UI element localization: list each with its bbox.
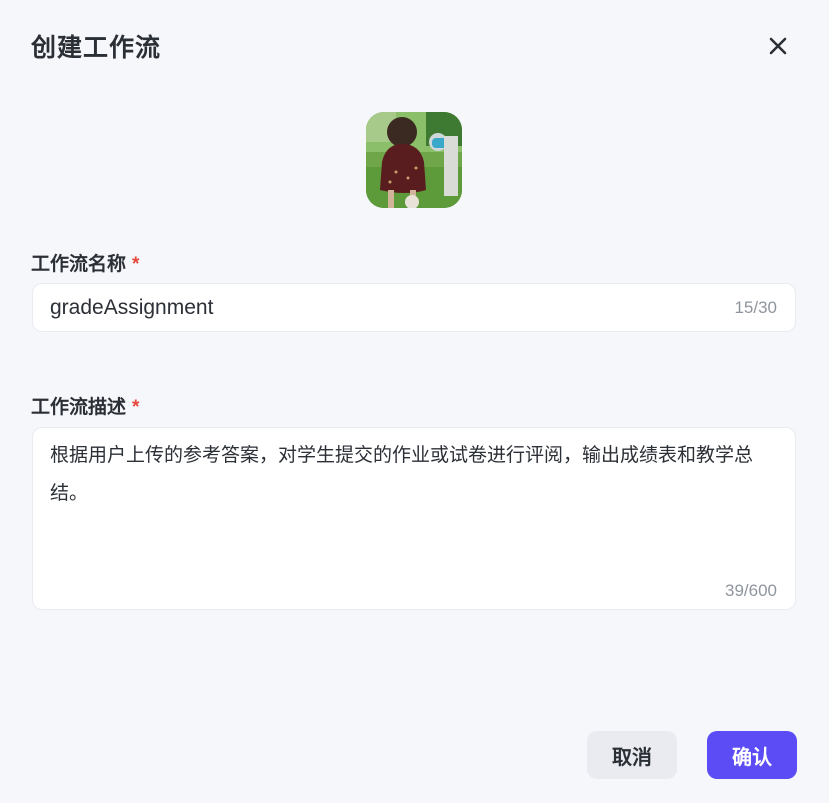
name-field-label: 工作流名称 * bbox=[31, 249, 139, 276]
description-char-counter: 39/600 bbox=[725, 581, 777, 600]
required-mark: * bbox=[132, 254, 140, 275]
name-field: 15/30 bbox=[32, 283, 796, 332]
name-label-text: 工作流名称 bbox=[31, 254, 127, 275]
close-icon bbox=[769, 37, 787, 55]
create-workflow-dialog: 创建工作流 工作流名称* 15/ bbox=[0, 0, 829, 803]
name-char-counter: 15/30 bbox=[734, 298, 777, 317]
dialog-title: 创建工作流 bbox=[31, 34, 162, 62]
description-field[interactable]: 根据用户上传的参考答案，对学生提交的作业或试卷进行评阅，输出成绩表和教学总结。 … bbox=[32, 427, 796, 610]
workflow-avatar-image bbox=[366, 112, 462, 208]
confirm-button[interactable]: 确认 bbox=[707, 731, 797, 779]
workflow-name-input[interactable] bbox=[50, 284, 710, 331]
description-label-text: 工作流描述 bbox=[31, 397, 127, 418]
close-button[interactable] bbox=[762, 30, 794, 62]
cancel-button[interactable]: 取消 bbox=[587, 731, 677, 779]
workflow-description-textarea[interactable]: 根据用户上传的参考答案，对学生提交的作业或试卷进行评阅，输出成绩表和教学总结。 bbox=[50, 437, 775, 513]
description-field-label: 工作流描述 * bbox=[31, 392, 139, 419]
workflow-avatar[interactable] bbox=[366, 112, 462, 208]
required-mark: * bbox=[132, 397, 140, 418]
